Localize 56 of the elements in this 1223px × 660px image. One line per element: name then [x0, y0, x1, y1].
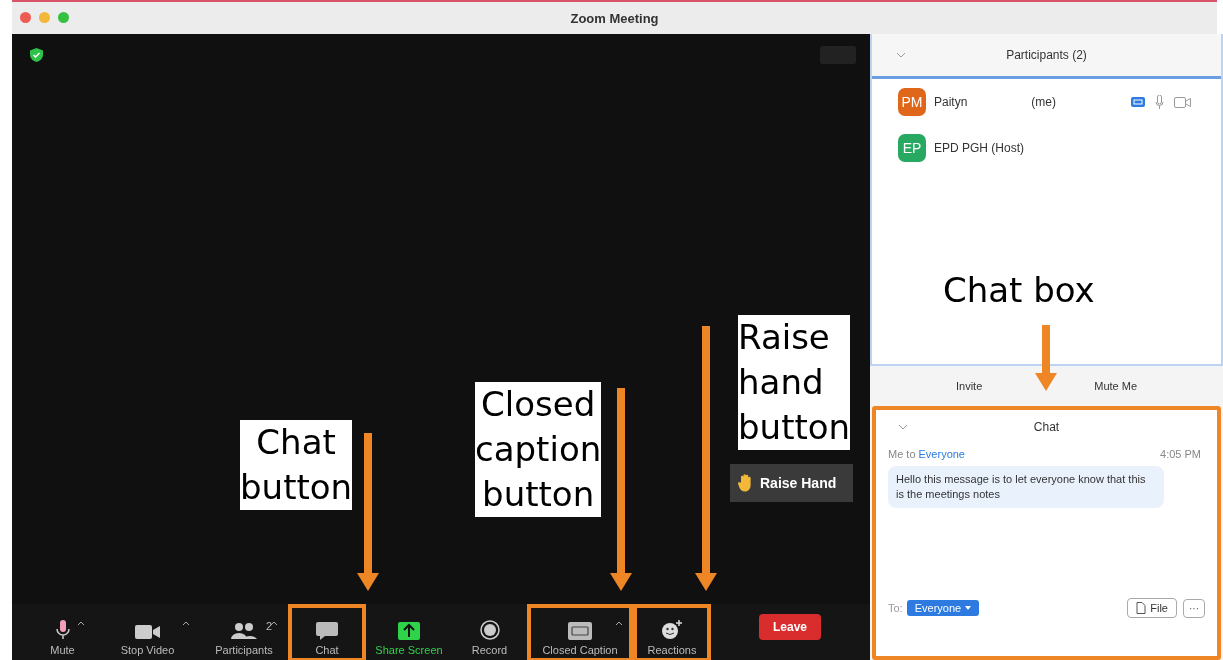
share-screen-icon [398, 622, 420, 640]
minimize-button[interactable] [39, 12, 50, 23]
people-icon [231, 622, 257, 640]
panel-title: Participants (2) [1006, 48, 1087, 62]
annotation-label: Chat button [240, 420, 353, 510]
toolbar-button[interactable]: Reactions [633, 604, 711, 660]
closed-caption-icon [1131, 97, 1145, 107]
panel-button[interactable]: Mute Me [1088, 379, 1143, 393]
window-title: Zoom Meeting [570, 10, 659, 26]
down-arrow [1035, 325, 1057, 391]
message-time: 4:05 PM [1160, 448, 1201, 460]
participant-name: EPD PGH (Host) [934, 141, 1024, 155]
recipient-label: To: [888, 602, 903, 614]
chevron-icon[interactable] [898, 424, 908, 430]
video-camera-icon [134, 624, 161, 640]
speech-bubble-icon [316, 622, 338, 640]
microphone-icon [1155, 94, 1164, 110]
toolbar-button[interactable]: Closed Caption [527, 604, 633, 660]
zoom-button[interactable] [58, 12, 69, 23]
toolbar-button[interactable]: 2 Participants [200, 604, 288, 660]
chevron-icon[interactable] [896, 52, 906, 58]
recipient-dropdown[interactable]: Everyone [906, 600, 980, 616]
more-button[interactable]: ··· [1183, 598, 1205, 618]
hand-icon [738, 474, 754, 492]
panel-title: Chat [1033, 420, 1060, 434]
close-button[interactable] [20, 12, 31, 23]
smiley-plus-icon [661, 620, 683, 640]
avatar: EP [898, 134, 926, 162]
toolbar-button[interactable]: Mute [30, 604, 95, 660]
caret-icon[interactable] [77, 620, 85, 626]
toolbar-button[interactable]: Chat [288, 604, 366, 660]
leave-button[interactable]: Leave [759, 614, 822, 640]
message-sender: Me to Everyone [888, 448, 965, 460]
video-camera-icon [1174, 96, 1191, 108]
shield-icon [30, 48, 43, 62]
microphone-icon [55, 620, 70, 640]
closed-caption-icon [568, 622, 592, 640]
toolbar-button[interactable]: Stop Video [95, 604, 200, 660]
caret-icon[interactable] [615, 620, 623, 626]
participant-count: 2 [265, 620, 272, 632]
file-button[interactable]: File [1127, 598, 1177, 618]
panel-button[interactable]: Invite [949, 379, 989, 393]
caret-icon[interactable] [182, 620, 190, 626]
chat-message: Hello this message is to let everyone know that this is the meetings notes [888, 466, 1164, 508]
avatar: PM [898, 88, 926, 116]
document-icon [1136, 602, 1147, 614]
raise-hand-button[interactable]: Raise Hand [730, 464, 853, 502]
toolbar-button[interactable]: Share Screen [366, 604, 452, 660]
annotation-label: Raise hand button [738, 315, 851, 450]
toolbar-button[interactable]: Record [452, 604, 527, 660]
caret-icon[interactable] [270, 620, 278, 626]
annotation-label: Closed caption button [475, 382, 602, 517]
record-icon [479, 620, 500, 640]
participant-suffix: (me) [1031, 95, 1057, 109]
participant-name: Paityn [934, 95, 968, 109]
caret-icon [965, 606, 972, 610]
